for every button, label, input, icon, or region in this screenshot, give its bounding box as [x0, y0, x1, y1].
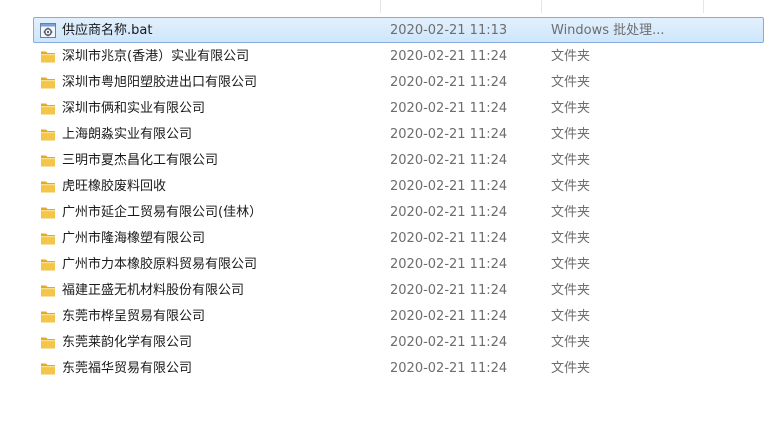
file-row[interactable]: 东莞市桦呈贸易有限公司 2020-02-21 11:24 文件夹 — [33, 303, 764, 329]
file-date-modified: 2020-02-21 11:24 — [390, 127, 508, 142]
file-explorer: 供应商名称.bat 2020-02-21 11:13 Windows 批处理..… — [0, 0, 764, 424]
file-type: 文件夹 — [551, 179, 591, 194]
file-row[interactable]: 深圳市兆京(香港）实业有限公司 2020-02-21 11:24 文件夹 — [33, 43, 764, 69]
file-row[interactable]: 供应商名称.bat 2020-02-21 11:13 Windows 批处理..… — [33, 17, 764, 43]
column-separator[interactable] — [380, 0, 381, 13]
file-type: 文件夹 — [551, 335, 591, 350]
file-date-modified: 2020-02-21 11:24 — [390, 153, 508, 168]
file-date-modified: 2020-02-21 11:24 — [390, 231, 508, 246]
file-date-modified: 2020-02-21 11:24 — [390, 309, 508, 324]
folder-icon — [40, 309, 56, 324]
column-separator[interactable] — [703, 0, 704, 13]
file-type: Windows 批处理... — [551, 23, 665, 38]
file-date-modified: 2020-02-21 11:13 — [390, 23, 508, 38]
file-type: 文件夹 — [551, 49, 591, 64]
file-date-modified: 2020-02-21 11:24 — [390, 361, 508, 376]
file-type: 文件夹 — [551, 153, 591, 168]
batch-file-icon — [40, 23, 56, 38]
file-row[interactable]: 虎旺橡胶废料回收 2020-02-21 11:24 文件夹 — [33, 173, 764, 199]
file-type: 文件夹 — [551, 75, 591, 90]
file-name: 供应商名称.bat — [62, 23, 153, 38]
file-date-modified: 2020-02-21 11:24 — [390, 179, 508, 194]
folder-icon — [40, 361, 56, 376]
file-row[interactable]: 东莞莱韵化学有限公司 2020-02-21 11:24 文件夹 — [33, 329, 764, 355]
file-date-modified: 2020-02-21 11:24 — [390, 101, 508, 116]
folder-icon — [40, 75, 56, 90]
file-date-modified: 2020-02-21 11:24 — [390, 205, 508, 220]
file-name: 深圳市兆京(香港）实业有限公司 — [62, 49, 250, 64]
file-name: 三明市夏杰昌化工有限公司 — [62, 153, 219, 168]
file-name: 东莞市桦呈贸易有限公司 — [62, 309, 206, 324]
folder-icon — [40, 49, 56, 64]
file-type: 文件夹 — [551, 231, 591, 246]
file-name: 广州市隆海橡塑有限公司 — [62, 231, 206, 246]
file-row[interactable]: 广州市延企工贸易有限公司(佳林） 2020-02-21 11:24 文件夹 — [33, 199, 764, 225]
file-name: 福建正盛无机材料股份有限公司 — [62, 283, 245, 298]
file-list: 供应商名称.bat 2020-02-21 11:13 Windows 批处理..… — [33, 17, 764, 381]
file-row[interactable]: 广州市隆海橡塑有限公司 2020-02-21 11:24 文件夹 — [33, 225, 764, 251]
file-name: 上海朗淼实业有限公司 — [62, 127, 193, 142]
file-name: 东莞福华贸易有限公司 — [62, 361, 193, 376]
file-name: 虎旺橡胶废料回收 — [62, 179, 167, 194]
file-date-modified: 2020-02-21 11:24 — [390, 257, 508, 272]
file-row[interactable]: 广州市力本橡胶原料贸易有限公司 2020-02-21 11:24 文件夹 — [33, 251, 764, 277]
file-row[interactable]: 深圳市粤旭阳塑胶进出口有限公司 2020-02-21 11:24 文件夹 — [33, 69, 764, 95]
column-separator[interactable] — [541, 0, 542, 13]
file-date-modified: 2020-02-21 11:24 — [390, 49, 508, 64]
file-type: 文件夹 — [551, 127, 591, 142]
file-date-modified: 2020-02-21 11:24 — [390, 335, 508, 350]
folder-icon — [40, 179, 56, 194]
file-name: 东莞莱韵化学有限公司 — [62, 335, 193, 350]
folder-icon — [40, 335, 56, 350]
folder-icon — [40, 101, 56, 116]
file-row[interactable]: 福建正盛无机材料股份有限公司 2020-02-21 11:24 文件夹 — [33, 277, 764, 303]
file-name: 广州市力本橡胶原料贸易有限公司 — [62, 257, 258, 272]
file-type: 文件夹 — [551, 283, 591, 298]
file-type: 文件夹 — [551, 205, 591, 220]
file-row[interactable]: 深圳市俩和实业有限公司 2020-02-21 11:24 文件夹 — [33, 95, 764, 121]
folder-icon — [40, 127, 56, 142]
file-date-modified: 2020-02-21 11:24 — [390, 283, 508, 298]
file-type: 文件夹 — [551, 101, 591, 116]
folder-icon — [40, 153, 56, 168]
file-row[interactable]: 三明市夏杰昌化工有限公司 2020-02-21 11:24 文件夹 — [33, 147, 764, 173]
folder-icon — [40, 257, 56, 272]
file-date-modified: 2020-02-21 11:24 — [390, 75, 508, 90]
folder-icon — [40, 231, 56, 246]
file-type: 文件夹 — [551, 257, 591, 272]
file-name: 广州市延企工贸易有限公司(佳林） — [62, 205, 263, 220]
file-row[interactable]: 东莞福华贸易有限公司 2020-02-21 11:24 文件夹 — [33, 355, 764, 381]
column-header-strip — [0, 0, 764, 13]
file-name: 深圳市粤旭阳塑胶进出口有限公司 — [62, 75, 258, 90]
folder-icon — [40, 205, 56, 220]
file-type: 文件夹 — [551, 361, 591, 376]
file-row[interactable]: 上海朗淼实业有限公司 2020-02-21 11:24 文件夹 — [33, 121, 764, 147]
file-type: 文件夹 — [551, 309, 591, 324]
file-name: 深圳市俩和实业有限公司 — [62, 101, 206, 116]
folder-icon — [40, 283, 56, 298]
